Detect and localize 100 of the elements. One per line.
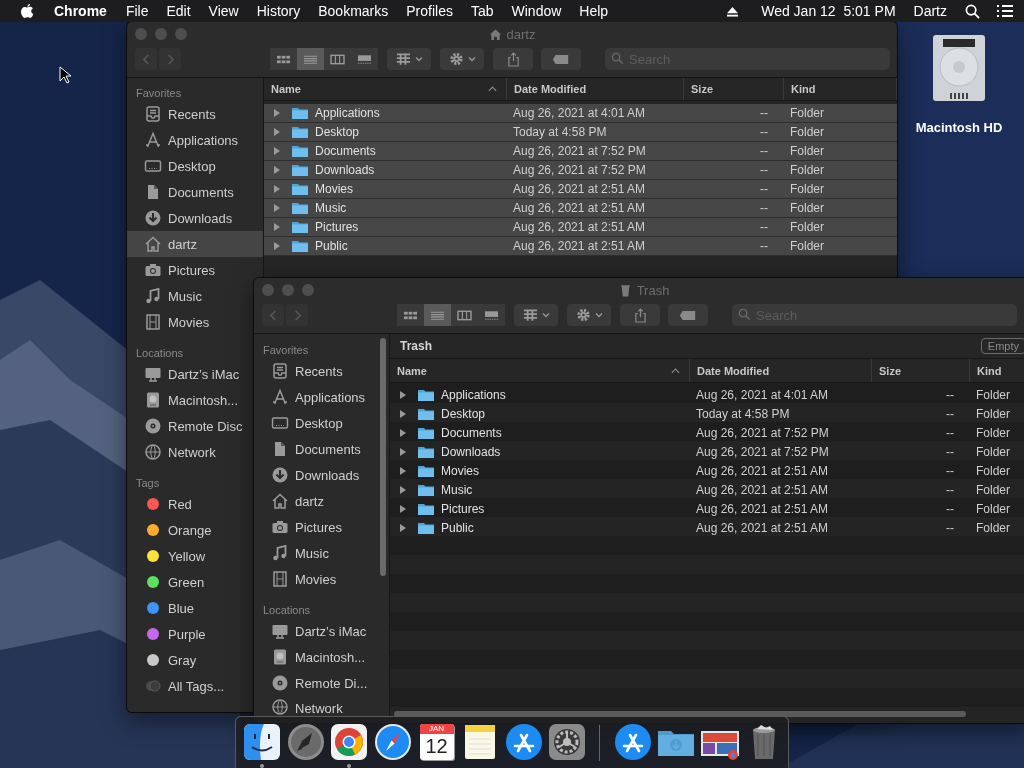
- sidebar-item[interactable]: Music: [254, 540, 389, 566]
- share-button[interactable]: [493, 48, 533, 70]
- sidebar-item[interactable]: All Tags...: [127, 673, 251, 699]
- column-header[interactable]: Kind: [970, 359, 1024, 382]
- sidebar-item[interactable]: Documents: [127, 179, 251, 205]
- column-header[interactable]: Date Modified: [507, 78, 684, 100]
- gear-icon[interactable]: [547, 722, 588, 762]
- column-header[interactable]: Kind: [784, 78, 897, 100]
- column-header[interactable]: Size: [872, 359, 970, 382]
- menu-clock[interactable]: Wed Jan 12 5:01 PM: [761, 3, 896, 19]
- list-icon[interactable]: [996, 4, 1014, 18]
- store-icon[interactable]: [612, 722, 653, 762]
- file-row[interactable]: Pictures Aug 26, 2021 at 2:51 AM -- Folder: [264, 218, 897, 237]
- column-header[interactable]: Name: [390, 359, 690, 382]
- file-row[interactable]: Public Aug 26, 2021 at 2:51 AM -- Folder: [264, 237, 897, 256]
- scroll-bar[interactable]: [380, 338, 386, 576]
- disclosure-triangle-icon[interactable]: [399, 446, 407, 457]
- menu-item[interactable]: Edit: [166, 3, 191, 19]
- sidebar-item[interactable]: Recents: [254, 358, 389, 384]
- sidebar-item[interactable]: Applications: [127, 127, 251, 153]
- sidebar-item[interactable]: dartz: [254, 488, 389, 514]
- file-row[interactable]: Documents Aug 26, 2021 at 7:52 PM -- Folder: [264, 142, 897, 161]
- file-row[interactable]: Applications Aug 26, 2021 at 4:01 AM -- Folder: [390, 385, 1024, 404]
- compass-icon[interactable]: [373, 722, 413, 762]
- file-row[interactable]: Downloads Aug 26, 2021 at 7:52 PM -- Folder: [264, 161, 897, 180]
- file-row[interactable]: Music Aug 26, 2021 at 2:51 AM -- Folder: [264, 199, 897, 218]
- action-button[interactable]: [567, 304, 611, 326]
- column-header[interactable]: Size: [684, 78, 784, 100]
- face-icon[interactable]: [242, 722, 283, 762]
- sidebar-item[interactable]: Desktop: [127, 153, 251, 179]
- store-icon[interactable]: [503, 722, 544, 762]
- disclosure-triangle-icon[interactable]: [399, 389, 407, 400]
- menu-item[interactable]: File: [125, 3, 149, 19]
- column-header[interactable]: Date Modified: [690, 359, 872, 382]
- menu-item[interactable]: View: [208, 3, 239, 19]
- sidebar-item[interactable]: Downloads: [127, 205, 251, 231]
- rocket-icon[interactable]: [285, 722, 326, 762]
- calendar-icon[interactable]: JAN 12: [419, 724, 454, 760]
- disclosure-triangle-icon[interactable]: [399, 503, 407, 514]
- list-view-button[interactable]: [297, 48, 324, 70]
- sidebar-item[interactable]: Movies: [254, 566, 389, 592]
- action-button[interactable]: [440, 48, 484, 70]
- group-button[interactable]: [387, 48, 431, 70]
- eject-icon[interactable]: [726, 5, 740, 17]
- group-button[interactable]: [514, 304, 558, 326]
- sidebar-item[interactable]: Orange: [127, 517, 251, 543]
- sidebar-item[interactable]: Blue: [127, 595, 251, 621]
- search-icon[interactable]: [965, 3, 980, 19]
- file-row[interactable]: Public Aug 26, 2021 at 2:51 AM -- Folder: [390, 518, 1024, 537]
- sidebar-item[interactable]: Network: [127, 439, 251, 465]
- file-row[interactable]: Pictures Aug 26, 2021 at 2:51 AM -- Folder: [390, 499, 1024, 518]
- sidebar-item[interactable]: dartz: [127, 231, 263, 257]
- sidebar-item[interactable]: Macintosh...: [254, 644, 389, 670]
- disclosure-triangle-icon[interactable]: [399, 522, 407, 533]
- sidebar-item[interactable]: Downloads: [254, 462, 389, 488]
- sidebar-item[interactable]: Applications: [254, 384, 389, 410]
- disclosure-triangle-icon[interactable]: [399, 427, 407, 438]
- sidebar-item[interactable]: Pictures: [254, 514, 389, 540]
- file-row[interactable]: Documents Aug 26, 2021 at 7:52 PM -- Folder: [390, 423, 1024, 442]
- file-row[interactable]: Downloads Aug 26, 2021 at 7:52 PM -- Folder: [390, 442, 1024, 461]
- disclosure-triangle-icon[interactable]: [399, 465, 407, 476]
- sidebar-item[interactable]: Dartz’s iMac: [127, 361, 251, 387]
- sidebar-item[interactable]: Red: [127, 491, 251, 517]
- browser-icon[interactable]: [329, 722, 370, 762]
- sidebar-item[interactable]: Remote Di...: [254, 670, 389, 696]
- sidebar-item[interactable]: Documents: [254, 436, 389, 462]
- tag-button[interactable]: [541, 48, 581, 70]
- user-menu[interactable]: Dartz: [913, 3, 947, 19]
- file-row[interactable]: Desktop Today at 4:58 PM -- Folder: [264, 123, 897, 142]
- tag-button[interactable]: [668, 304, 708, 326]
- file-row[interactable]: Music Aug 26, 2021 at 2:51 AM -- Folder: [390, 480, 1024, 499]
- column-header[interactable]: Name: [264, 78, 507, 100]
- disclosure-triangle-icon[interactable]: [399, 408, 407, 419]
- sidebar-item[interactable]: Network: [254, 696, 389, 716]
- sidebar-item[interactable]: Macintosh...: [127, 387, 251, 413]
- empty-button[interactable]: Empty: [980, 338, 1024, 354]
- disclosure-triangle-icon[interactable]: [399, 484, 407, 495]
- apple-menu-icon[interactable]: [20, 3, 34, 19]
- sidebar-item[interactable]: Dartz’s iMac: [254, 618, 389, 644]
- share-button[interactable]: [620, 304, 660, 326]
- sidebar-item[interactable]: Gray: [127, 647, 251, 673]
- sidebar-item[interactable]: Purple: [127, 621, 251, 647]
- menu-item[interactable]: Bookmarks: [318, 3, 389, 19]
- file-row[interactable]: Movies Aug 26, 2021 at 2:51 AM -- Folder: [390, 461, 1024, 480]
- file-row[interactable]: Desktop Today at 4:58 PM -- Folder: [390, 404, 1024, 423]
- list-view-button[interactable]: [424, 304, 451, 326]
- desktop-icon-label[interactable]: Macintosh HD: [915, 120, 1003, 135]
- sidebar-item[interactable]: Green: [127, 569, 251, 595]
- menu-item[interactable]: Window: [511, 3, 562, 19]
- file-row[interactable]: Movies Aug 26, 2021 at 2:51 AM -- Folder: [264, 180, 897, 199]
- sidebar-item[interactable]: Recents: [127, 101, 251, 127]
- file-row[interactable]: Applications Aug 26, 2021 at 4:01 AM -- Folder: [264, 104, 897, 123]
- sidebar-item[interactable]: Remote Disc: [127, 413, 251, 439]
- sidebar-item[interactable]: Yellow: [127, 543, 251, 569]
- menu-item[interactable]: History: [256, 3, 301, 19]
- menu-item[interactable]: Tab: [470, 3, 494, 19]
- sidebar-item[interactable]: Desktop: [254, 410, 389, 436]
- menu-item[interactable]: Help: [579, 3, 609, 19]
- app-menu[interactable]: Chrome: [54, 3, 107, 19]
- sidebar-item[interactable]: Pictures: [127, 257, 251, 283]
